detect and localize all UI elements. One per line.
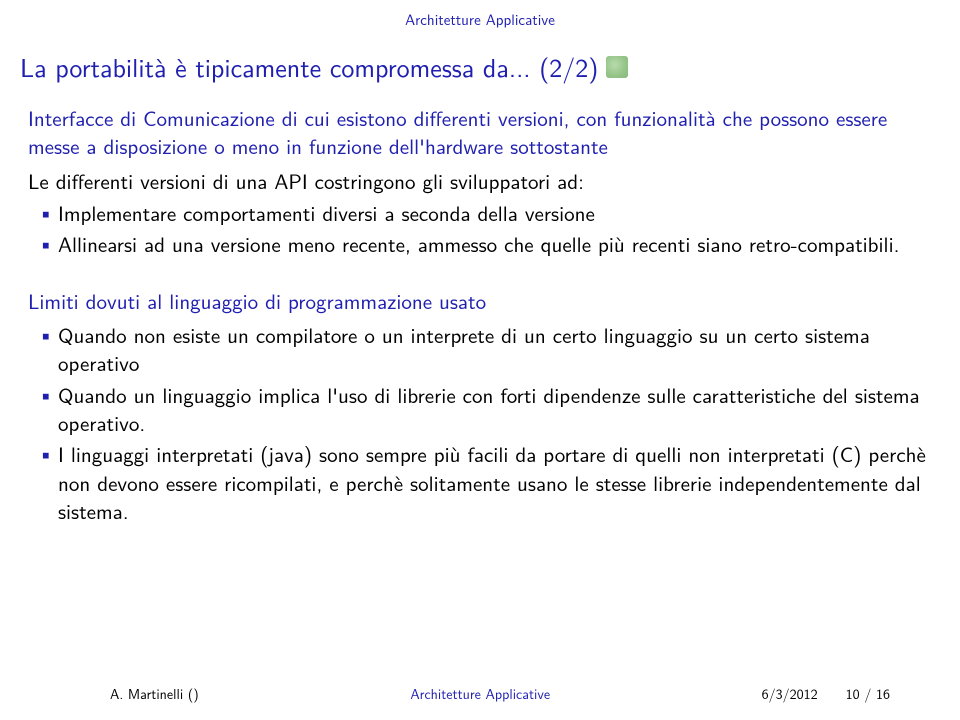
footer-center: Architetture Applicative (410, 684, 550, 704)
slide-title: La portabilità è tipicamente compromessa… (20, 48, 598, 86)
block2-heading: Limiti dovuti al linguaggio di programma… (28, 287, 932, 315)
footer-page: 10 / 16 (846, 684, 890, 704)
block1-intro: Le differenti versioni di una API costri… (28, 167, 932, 195)
list-item: I linguaggi interpretati (java) sono sem… (58, 440, 932, 525)
footer-right: 6/3/2012 10 / 16 (762, 684, 890, 704)
footer-author: A. Martinelli () (110, 684, 199, 704)
list-item: Allinearsi ad una versione meno recente,… (58, 230, 932, 258)
logo-icon (606, 56, 628, 78)
title-row: La portabilità è tipicamente compromessa… (0, 30, 960, 94)
content-area: Interfacce di Comunicazione di cui esist… (0, 94, 960, 525)
block2-list: Quando non esiste un compilatore o un in… (28, 321, 932, 525)
section-label: Architetture Applicative (0, 0, 960, 30)
block1-heading: Interfacce di Comunicazione di cui esist… (28, 104, 932, 161)
block1-list: Implementare comportamenti diversi a sec… (28, 199, 932, 259)
footer-date: 6/3/2012 (762, 684, 818, 704)
list-item: Implementare comportamenti diversi a sec… (58, 199, 932, 227)
list-item: Quando non esiste un compilatore o un in… (58, 321, 932, 378)
footer: A. Martinelli () Architetture Applicativ… (0, 684, 960, 704)
list-item: Quando un linguaggio implica l'uso di li… (58, 381, 932, 438)
